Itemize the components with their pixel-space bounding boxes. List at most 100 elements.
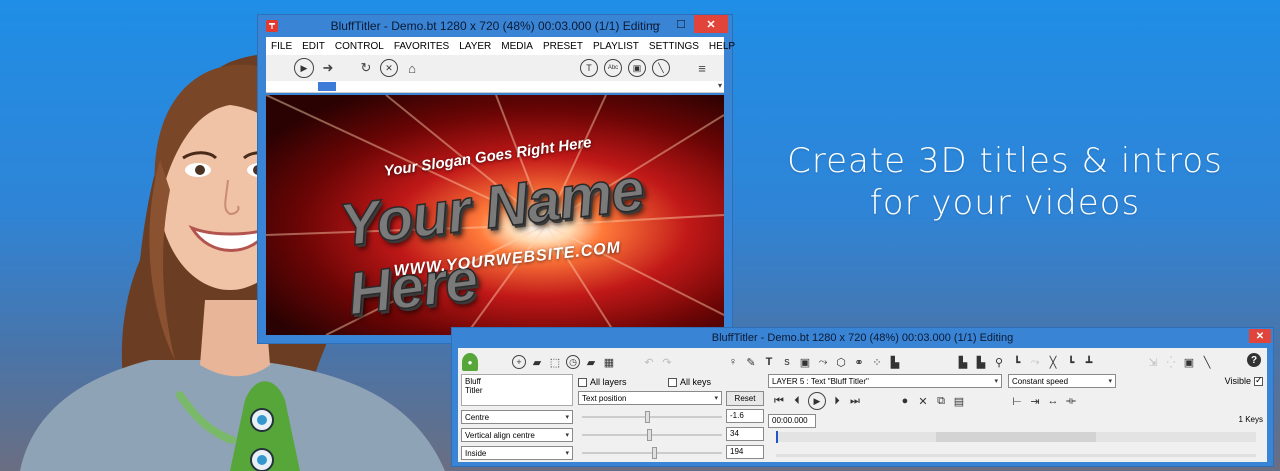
text-tool-icon[interactable]: T [580, 59, 598, 77]
y-value-field[interactable]: 34 [726, 427, 764, 441]
align-select[interactable]: Centre ▾ [461, 410, 573, 424]
key-start-icon[interactable]: ⊢ [1010, 394, 1024, 408]
chevron-down-icon[interactable]: ▾ [718, 81, 722, 90]
reset-button[interactable]: Reset [726, 391, 764, 406]
brush-icon[interactable]: ✎ [744, 355, 758, 369]
preview-canvas[interactable]: Your Slogan Goes Right Here Your Name He… [266, 95, 724, 335]
key-end-icon[interactable]: ⇥ [1028, 394, 1042, 408]
menu-settings[interactable]: SETTINGS [644, 41, 704, 52]
path-layer-icon[interactable]: ⤳ [816, 355, 830, 369]
menu-help[interactable]: HELP [704, 41, 740, 52]
wand-small-icon[interactable]: ╲ [1200, 355, 1214, 369]
refresh-icon[interactable]: ↻ [358, 60, 374, 76]
menu-layer[interactable]: LAYER [454, 41, 496, 52]
flip-icon[interactable]: ╳ [1046, 355, 1060, 369]
move-up-icon[interactable]: ┗ [1010, 355, 1024, 369]
add-layer-icon[interactable]: + [512, 355, 526, 369]
vertical-align-select[interactable]: Vertical align centre ▾ [461, 428, 573, 442]
hamburger-menu-icon[interactable]: ≡ [694, 60, 710, 76]
link-icon[interactable]: ⚭ [852, 355, 866, 369]
attach-icon[interactable]: ⚲ [992, 355, 1006, 369]
inside-select[interactable]: Inside ▾ [461, 446, 573, 460]
align-left-icon[interactable]: ▙ [956, 355, 970, 369]
fit-icon[interactable]: ⬚ [548, 355, 562, 369]
menu-favorites[interactable]: FAVORITES [389, 41, 454, 52]
minimize-button[interactable]: — [642, 15, 668, 33]
checkbox-box[interactable] [1254, 375, 1263, 386]
menu-media[interactable]: MEDIA [496, 41, 538, 52]
fast-forward-icon[interactable]: ⏭ [848, 394, 862, 408]
delete-key-icon[interactable]: ✕ [916, 394, 930, 408]
forward-icon[interactable]: ➜ [320, 60, 336, 76]
layer-list-item[interactable]: Titler [465, 386, 569, 395]
layer-list-item[interactable]: Bluff [465, 377, 569, 386]
redo-icon[interactable]: ↷ [660, 355, 674, 369]
z-slider[interactable] [582, 447, 722, 459]
undo-icon[interactable]: ↶ [642, 355, 656, 369]
maximize-button[interactable]: ☐ [668, 15, 694, 33]
small-text-icon[interactable]: s [780, 355, 794, 369]
checkbox-box[interactable] [578, 377, 587, 387]
chart-layer-icon[interactable]: ▙ [888, 355, 902, 369]
editor-close-button[interactable]: ✕ [1249, 329, 1271, 343]
abc-tool-icon[interactable]: Abc [604, 59, 622, 77]
text-input-bar[interactable]: ▾ [266, 81, 724, 93]
visible-checkbox[interactable]: Visible [1225, 375, 1263, 386]
image-tool-icon[interactable]: ▣ [628, 59, 646, 77]
cube-layer-icon[interactable]: ⬡ [834, 355, 848, 369]
save-folder-icon[interactable]: ▰ [584, 355, 598, 369]
x-slider[interactable] [582, 411, 722, 423]
speed-select[interactable]: Constant speed ▾ [1008, 374, 1116, 388]
open-folder-icon[interactable]: ▰ [530, 355, 544, 369]
menu-playlist[interactable]: PLAYLIST [588, 41, 644, 52]
scatter-dim-icon[interactable]: ⁛ [1164, 355, 1178, 369]
key-range-icon[interactable]: ↔ [1046, 394, 1060, 408]
home-icon[interactable]: ⌂ [404, 60, 420, 76]
particles-icon[interactable]: ⁘ [870, 355, 884, 369]
move-disabled-icon[interactable]: ⤳ [1028, 355, 1042, 369]
stop-icon[interactable]: ✕ [380, 59, 398, 77]
light-bulb-icon[interactable]: ♀ [726, 355, 740, 369]
step-forward-icon[interactable]: ⏵ [830, 394, 844, 408]
y-slider[interactable] [582, 429, 722, 441]
bottom-align-icon[interactable]: ┻ [1082, 355, 1096, 369]
clock-icon[interactable]: ◷ [566, 355, 580, 369]
sort-icon[interactable]: ┗ [1064, 355, 1078, 369]
menu-control[interactable]: CONTROL [330, 41, 389, 52]
wand-tool-icon[interactable]: ╲ [652, 59, 670, 77]
layer-select[interactable]: LAYER 5 : Text "Bluff Titler" ▾ [768, 374, 1002, 388]
abc-dim-icon[interactable]: ⇲ [1146, 355, 1160, 369]
timeline-range[interactable] [936, 432, 1096, 442]
menu-file[interactable]: FILE [266, 41, 297, 52]
slider-thumb[interactable] [647, 429, 652, 441]
image-small-icon[interactable]: ▣ [1182, 355, 1196, 369]
record-icon[interactable]: ● [898, 394, 912, 408]
step-back-icon[interactable]: ⏴ [790, 394, 804, 408]
play-icon[interactable]: ▶ [294, 58, 314, 78]
text-layer-icon[interactable]: T [762, 355, 776, 369]
key-split-icon[interactable]: ⟛ [1064, 394, 1078, 408]
all-layers-checkbox[interactable]: All layers [578, 377, 627, 387]
paste-key-icon[interactable]: ▤ [952, 394, 966, 408]
timeline-scrollbar[interactable] [776, 454, 1256, 457]
main-window-titlebar[interactable]: BluffTitler - Demo.bt 1280 x 720 (48%) 0… [258, 15, 732, 37]
editor-window-titlebar[interactable]: BluffTitler - Demo.bt 1280 x 720 (48%) 0… [452, 328, 1273, 348]
layer-list[interactable]: Bluff Titler [461, 374, 573, 406]
film-icon[interactable]: ▦ [602, 355, 616, 369]
align-bottom-icon[interactable]: ▙ [974, 355, 988, 369]
menu-edit[interactable]: EDIT [297, 41, 330, 52]
rewind-icon[interactable]: ⏮ [772, 394, 786, 408]
play-button-icon[interactable]: ▶ [808, 392, 826, 410]
z-value-field[interactable]: 194 [726, 445, 764, 459]
timeline-cursor[interactable] [776, 431, 778, 443]
help-icon[interactable]: ? [1247, 353, 1261, 367]
property-select[interactable]: Text position ▾ [578, 391, 722, 405]
picture-layer-icon[interactable]: ▣ [798, 355, 812, 369]
copy-key-icon[interactable]: ⧉ [934, 394, 948, 408]
x-value-field[interactable]: -1.6 [726, 409, 764, 423]
all-keys-checkbox[interactable]: All keys [668, 377, 711, 387]
slider-thumb[interactable] [645, 411, 650, 423]
checkbox-box[interactable] [668, 377, 677, 387]
menu-preset[interactable]: PRESET [538, 41, 588, 52]
close-button[interactable]: ✕ [694, 15, 728, 33]
